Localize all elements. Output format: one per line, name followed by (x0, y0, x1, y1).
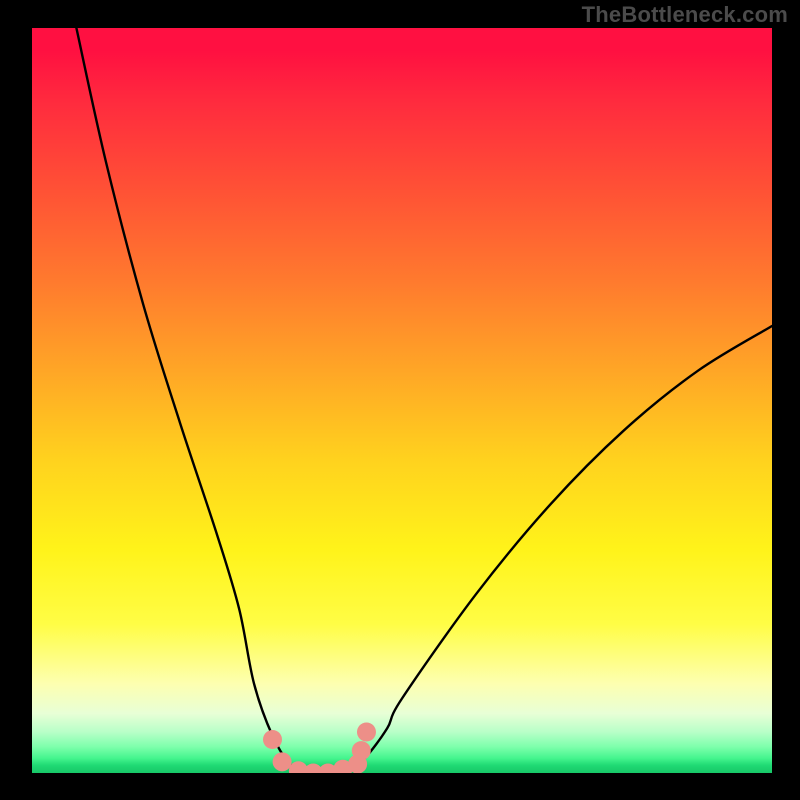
marker-dot (352, 741, 371, 760)
chart-svg (32, 28, 772, 773)
bottleneck-curve (76, 28, 772, 773)
bottom-dots (263, 723, 376, 773)
watermark-text: TheBottleneck.com (582, 2, 788, 28)
marker-dot (273, 752, 292, 771)
marker-dot (263, 730, 282, 749)
plot-area (32, 28, 772, 773)
marker-dot (357, 723, 376, 742)
outer-frame: TheBottleneck.com (0, 0, 800, 800)
